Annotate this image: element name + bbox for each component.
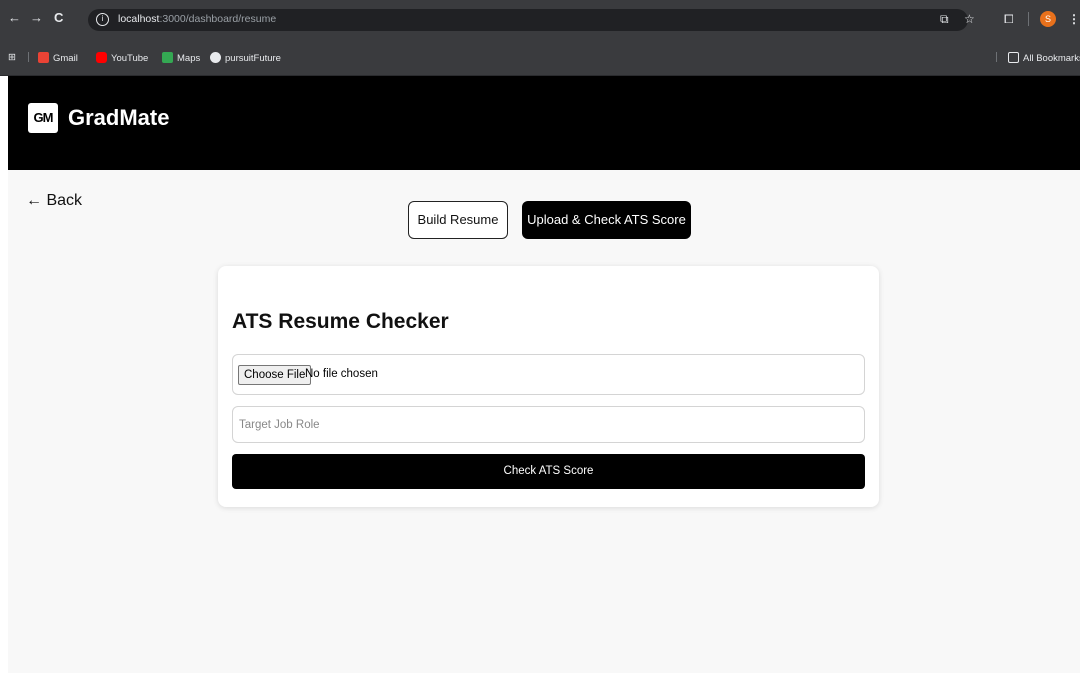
maps-icon [162, 52, 173, 63]
bookmarks-bar: ⊞ Gmail YouTube Maps pursuitFuture All B… [0, 38, 1080, 76]
target-job-role-input[interactable] [232, 406, 865, 443]
resume-file-field[interactable]: Choose File No file chosen [232, 354, 865, 395]
gmail-icon [38, 52, 49, 63]
choose-file-button[interactable]: Choose File [238, 365, 312, 385]
back-link[interactable]: ← Back [26, 192, 82, 210]
browser-back-button[interactable]: ← [8, 11, 21, 25]
gradmate-logo[interactable]: GM [28, 103, 58, 133]
bookmark-pursuitfuture[interactable]: pursuitFuture [210, 52, 281, 64]
card-title: ATS Resume Checker [232, 310, 449, 333]
bookmark-star-icon[interactable]: ☆ [964, 12, 975, 26]
bookmark-gmail[interactable]: Gmail [38, 52, 78, 64]
site-info-icon[interactable]: i [96, 13, 109, 26]
globe-icon [210, 52, 221, 63]
check-ats-score-button[interactable]: Check ATS Score [232, 454, 865, 489]
browser-forward-button[interactable]: → [30, 11, 43, 25]
url-text: localhost:3000/dashboard/resume [118, 13, 277, 25]
app-header: GM GradMate [8, 76, 1080, 170]
extensions-icon[interactable]: ⧠ [1004, 12, 1014, 27]
youtube-icon [96, 52, 107, 63]
all-bookmarks-folder[interactable]: All Bookmarks [1008, 52, 1080, 64]
page-content: ← Back Build Resume Upload & Check ATS S… [8, 170, 1080, 673]
reload-button[interactable]: C [54, 11, 63, 25]
file-status-text: No file chosen [305, 368, 378, 380]
address-bar[interactable]: i localhost:3000/dashboard/resume [88, 9, 968, 31]
apps-grid-icon[interactable]: ⊞ [8, 52, 16, 63]
menu-kebab-icon[interactable]: ⋮ [1068, 12, 1080, 26]
brand-name[interactable]: GradMate [68, 105, 169, 131]
bookmarks-divider [28, 52, 29, 62]
browser-toolbar: ← → C i localhost:3000/dashboard/resume … [0, 0, 1080, 38]
folder-icon [1008, 52, 1019, 63]
install-app-icon[interactable]: ⧉ [940, 12, 949, 27]
profile-avatar[interactable]: S [1040, 11, 1056, 27]
bookmark-youtube[interactable]: YouTube [96, 52, 148, 64]
bookmark-maps[interactable]: Maps [162, 52, 200, 64]
bookmarks-divider-right [996, 52, 997, 62]
ats-checker-card: ATS Resume Checker Choose File No file c… [218, 266, 879, 507]
toolbar-divider [1028, 12, 1029, 26]
upload-check-ats-button[interactable]: Upload & Check ATS Score [522, 201, 691, 239]
build-resume-button[interactable]: Build Resume [408, 201, 508, 239]
